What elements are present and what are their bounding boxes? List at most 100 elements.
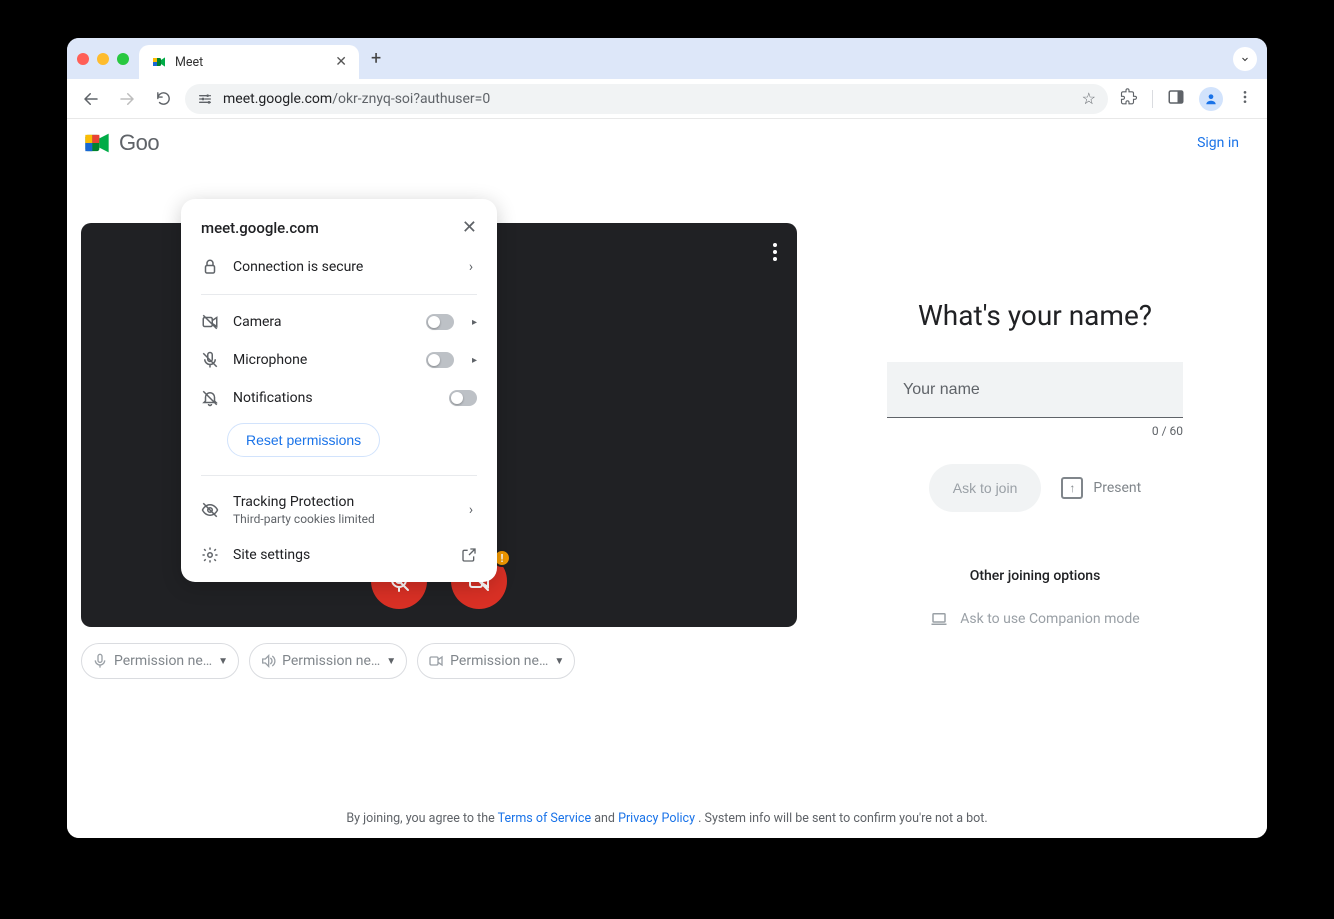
tab-close-button[interactable]: ✕: [335, 54, 347, 70]
name-field-wrap: 0 / 60: [887, 362, 1183, 438]
kebab-icon: [1237, 89, 1253, 105]
reload-icon: [155, 90, 172, 107]
footer: By joining, you agree to the Terms of Se…: [67, 811, 1267, 826]
bell-off-icon: [201, 389, 219, 407]
browser-tab[interactable]: Meet ✕: [139, 45, 359, 79]
maximize-window-button[interactable]: [117, 53, 129, 65]
reset-row: Reset permissions: [181, 417, 497, 467]
site-controls-icon[interactable]: [197, 91, 213, 107]
site-settings-row[interactable]: Site settings: [181, 536, 497, 574]
pill-label: Permission ne…: [114, 653, 212, 669]
camera-device-selector[interactable]: Permission ne… ▼: [417, 643, 575, 679]
page-content: Goo Sign in !: [67, 119, 1267, 838]
camera-off-icon: [201, 313, 219, 331]
companion-label: Ask to use Companion mode: [960, 611, 1139, 627]
tracking-label: Tracking Protection Third-party cookies …: [233, 494, 451, 526]
mic-off-icon: [201, 351, 219, 369]
present-icon: ↑: [1061, 477, 1083, 499]
brand-text: Goo: [119, 130, 159, 156]
minimize-window-button[interactable]: [97, 53, 109, 65]
address-bar[interactable]: meet.google.com/okr-znyq-soi?authuser=0 …: [185, 84, 1108, 114]
other-options-title: Other joining options: [970, 568, 1101, 584]
device-pills: Permission ne… ▼ Permission ne… ▼ Permis…: [81, 643, 797, 679]
reset-permissions-button[interactable]: Reset permissions: [227, 423, 380, 457]
popover-close-button[interactable]: ✕: [462, 217, 477, 238]
page-header: Goo Sign in: [67, 119, 1267, 157]
footer-text2: . System info will be sent to confirm yo…: [698, 811, 988, 826]
back-button[interactable]: [77, 85, 105, 113]
ask-to-join-button[interactable]: Ask to join: [929, 464, 1042, 512]
chevron-down-icon: [1239, 53, 1251, 65]
meet-logo-icon: [81, 129, 113, 157]
camera-permission-row: Camera ▸: [181, 303, 497, 341]
join-buttons: Ask to join ↑ Present: [929, 464, 1141, 512]
laptop-icon: [930, 610, 948, 628]
sign-in-link[interactable]: Sign in: [1197, 135, 1239, 151]
arrow-left-icon: [82, 90, 100, 108]
new-tab-button[interactable]: +: [371, 48, 381, 69]
bookmark-button[interactable]: ☆: [1082, 89, 1096, 108]
chevron-right-icon: ›: [465, 259, 477, 275]
url-text: meet.google.com/okr-znyq-soi?authuser=0: [223, 91, 490, 107]
site-settings-label: Site settings: [233, 547, 447, 563]
separator: [201, 294, 477, 295]
titlebar: Meet ✕ +: [67, 38, 1267, 79]
footer-and: and: [594, 811, 618, 826]
present-button[interactable]: ↑ Present: [1061, 477, 1141, 499]
char-counter: 0 / 60: [887, 424, 1183, 438]
popover-host: meet.google.com: [201, 219, 319, 237]
forward-button[interactable]: [113, 85, 141, 113]
chrome-menu-button[interactable]: [1237, 89, 1253, 109]
notifications-permission-row: Notifications: [181, 379, 497, 417]
meet-logo[interactable]: Goo: [81, 129, 159, 157]
chevron-down-icon: ▼: [218, 656, 228, 667]
open-external-icon: [461, 547, 477, 563]
close-window-button[interactable]: [77, 53, 89, 65]
secure-label: Connection is secure: [233, 259, 451, 275]
mic-device-selector[interactable]: Permission ne… ▼: [81, 643, 239, 679]
tab-title: Meet: [175, 55, 327, 70]
site-info-popover: meet.google.com ✕ Connection is secure ›…: [181, 199, 497, 582]
tos-link[interactable]: Terms of Service: [498, 811, 591, 826]
pill-label: Permission ne…: [282, 653, 380, 669]
speaker-device-selector[interactable]: Permission ne… ▼: [249, 643, 407, 679]
chevron-down-icon: ▼: [386, 656, 396, 667]
meet-favicon-icon: [151, 54, 167, 70]
camera-toggle[interactable]: [426, 314, 454, 330]
mic-icon: [92, 653, 108, 669]
extensions-button[interactable]: [1120, 88, 1138, 110]
profile-button[interactable]: [1199, 87, 1223, 111]
tab-search-button[interactable]: [1233, 47, 1257, 71]
name-input[interactable]: [887, 362, 1183, 418]
present-label: Present: [1093, 480, 1141, 496]
caret-right-icon[interactable]: ▸: [472, 317, 477, 328]
browser-window: Meet ✕ + meet.google.com/okr-znyq-soi?au…: [67, 38, 1267, 838]
mic-toggle[interactable]: [426, 352, 454, 368]
name-prompt: What's your name?: [918, 299, 1152, 332]
divider: [1152, 90, 1153, 108]
tracking-protection-row[interactable]: Tracking Protection Third-party cookies …: [181, 484, 497, 536]
join-column: What's your name? 0 / 60 Ask to join ↑ P…: [817, 169, 1253, 776]
arrow-right-icon: [118, 90, 136, 108]
speaker-icon: [260, 653, 276, 669]
companion-mode-button[interactable]: Ask to use Companion mode: [930, 610, 1139, 628]
chevron-right-icon: ›: [465, 502, 477, 518]
preview-more-button[interactable]: [773, 243, 777, 261]
privacy-link[interactable]: Privacy Policy: [618, 811, 695, 826]
caret-right-icon[interactable]: ▸: [472, 355, 477, 366]
connection-secure-row[interactable]: Connection is secure ›: [181, 248, 497, 286]
notif-toggle[interactable]: [449, 390, 477, 406]
pill-label: Permission ne…: [450, 653, 548, 669]
reload-button[interactable]: [149, 85, 177, 113]
notif-label: Notifications: [233, 390, 435, 406]
footer-text: By joining, you agree to the: [346, 811, 497, 826]
popover-header: meet.google.com ✕: [181, 217, 497, 248]
side-panel-button[interactable]: [1167, 88, 1185, 110]
separator: [201, 475, 477, 476]
puzzle-icon: [1120, 88, 1138, 106]
microphone-permission-row: Microphone ▸: [181, 341, 497, 379]
toolbar: meet.google.com/okr-znyq-soi?authuser=0 …: [67, 79, 1267, 119]
mic-label: Microphone: [233, 352, 412, 368]
panel-icon: [1167, 88, 1185, 106]
camera-icon: [428, 653, 444, 669]
